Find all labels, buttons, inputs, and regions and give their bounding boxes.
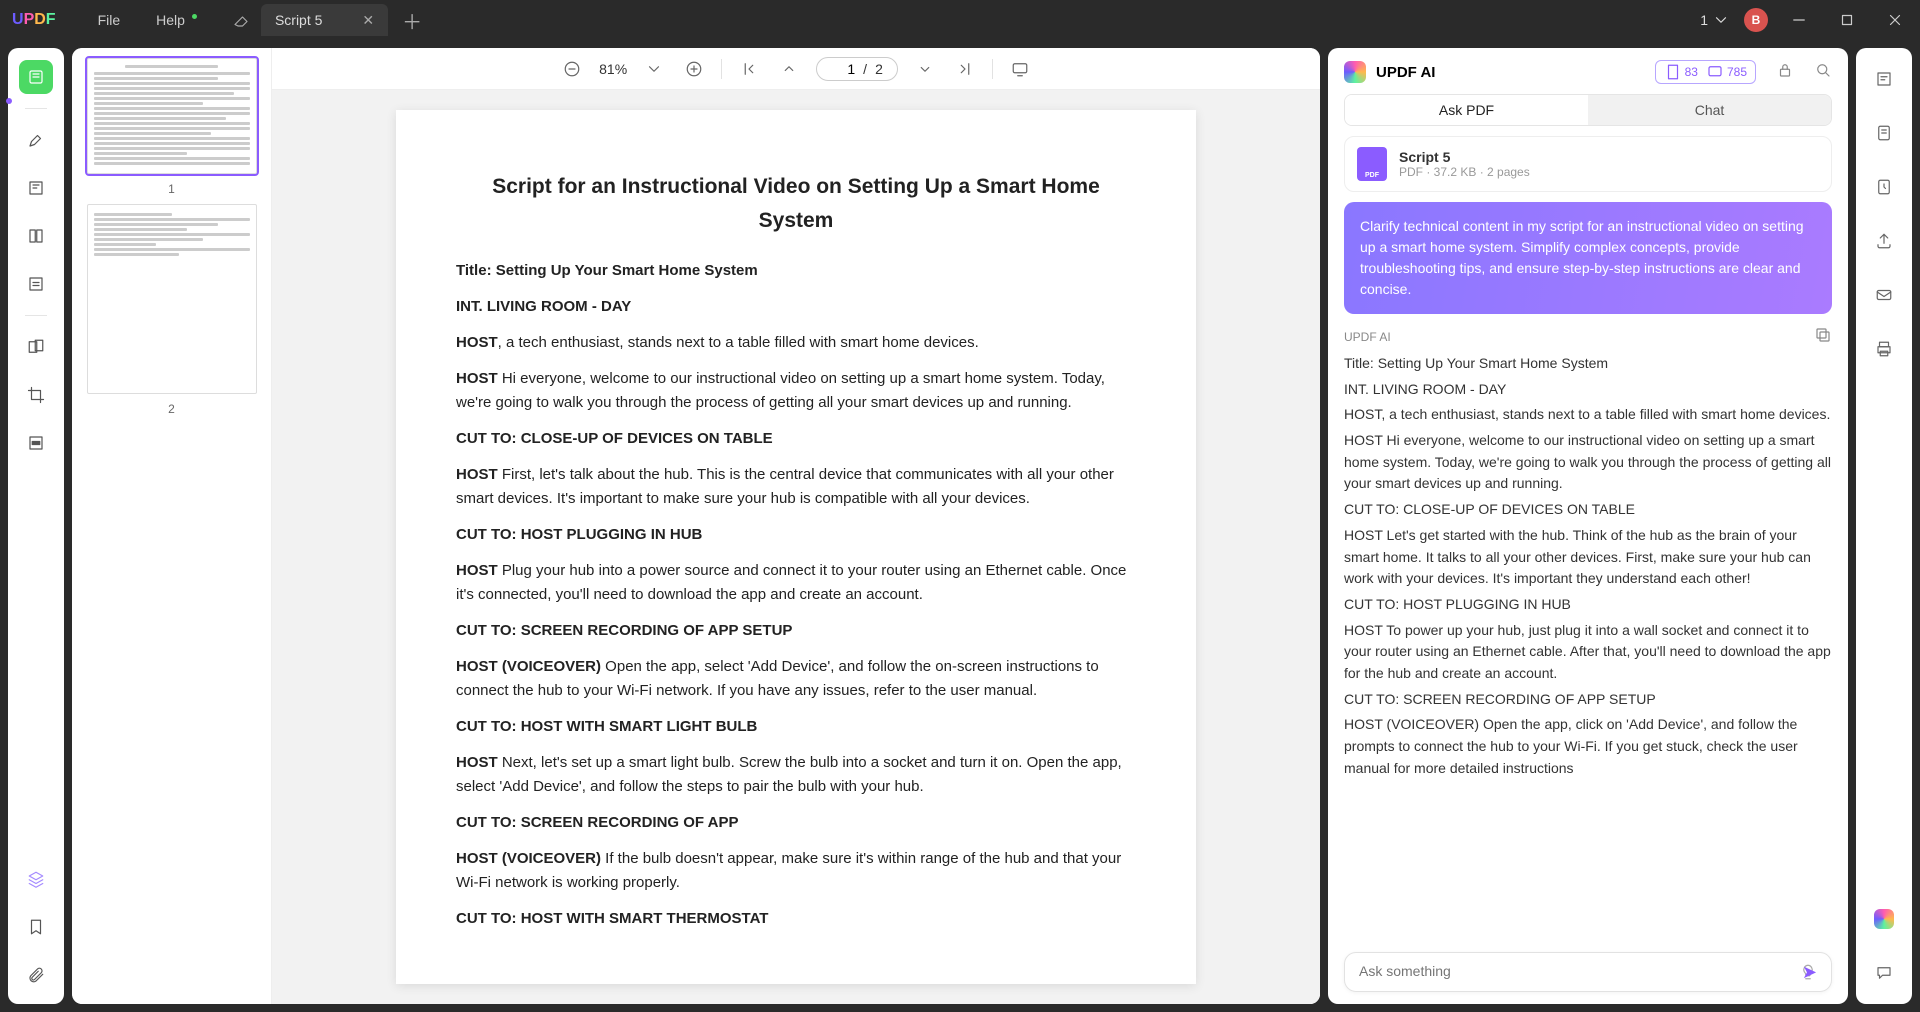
page-current-input[interactable]	[831, 61, 855, 77]
tab-count[interactable]: 1	[1700, 11, 1730, 29]
minimize-button[interactable]	[1782, 5, 1816, 35]
page-layout-tool-button[interactable]	[19, 219, 53, 253]
comment-button[interactable]	[1867, 956, 1901, 990]
ai-title: UPDF AI	[1376, 64, 1435, 81]
bookmark-icon[interactable]	[19, 910, 53, 944]
response-line: HOST Hi everyone, welcome to our instruc…	[1344, 430, 1832, 495]
response-line: CUT TO: HOST PLUGGING IN HUB	[1344, 594, 1832, 616]
response-line: HOST (VOICEOVER) Open the app, click on …	[1344, 714, 1832, 779]
ask-pdf-tab[interactable]: Ask PDF	[1345, 95, 1588, 125]
print-button[interactable]	[1867, 332, 1901, 366]
first-page-button[interactable]	[736, 56, 762, 82]
titlebar: UPDF File Help Script 5 ✕ ＋ 1 B	[0, 0, 1920, 40]
page-indicator: / 2	[816, 57, 898, 81]
presentation-button[interactable]	[1007, 56, 1033, 82]
chat-tab[interactable]: Chat	[1588, 95, 1831, 125]
share-button[interactable]	[1867, 224, 1901, 258]
thumb-label-1: 1	[168, 182, 175, 196]
prev-page-button[interactable]	[776, 56, 802, 82]
page-thumbnail-1[interactable]	[87, 58, 257, 174]
file-subtitle: PDF · 37.2 KB · 2 pages	[1399, 165, 1530, 179]
ai-launcher-icon[interactable]	[1867, 902, 1901, 936]
close-icon[interactable]: ✕	[362, 12, 374, 29]
copy-icon[interactable]	[1814, 326, 1832, 347]
thumb-label-2: 2	[168, 402, 175, 416]
chat-credit-icon	[1706, 63, 1724, 81]
form-tool-button[interactable]	[19, 267, 53, 301]
layers-icon[interactable]	[19, 862, 53, 896]
tab-region: Script 5 ✕ ＋	[221, 4, 422, 36]
send-button[interactable]: ➤	[1802, 962, 1817, 983]
response-line: INT. LIVING ROOM - DAY	[1344, 379, 1832, 401]
workspace: 1 2 81% / 2	[0, 40, 1920, 1012]
ocr-button[interactable]	[1867, 62, 1901, 96]
response-header: UPDF AI	[1344, 326, 1832, 347]
user-message: Clarify technical content in my script f…	[1344, 202, 1832, 314]
pdf-file-icon	[1357, 147, 1387, 181]
response-body[interactable]: Title: Setting Up Your Smart Home System…	[1344, 353, 1832, 942]
ask-input[interactable]	[1359, 963, 1817, 979]
response-line: CUT TO: SCREEN RECORDING OF APP SETUP	[1344, 689, 1832, 711]
redact-tool-button[interactable]	[19, 426, 53, 460]
ai-logo-icon	[1344, 61, 1366, 83]
right-toolbar	[1856, 48, 1912, 1004]
page-total: 2	[875, 61, 883, 77]
tab-title: Script 5	[275, 12, 322, 28]
credit-pill[interactable]: 83 785	[1655, 60, 1756, 84]
zoom-in-button[interactable]	[681, 56, 707, 82]
email-button[interactable]	[1867, 278, 1901, 312]
page-thumbnail-2[interactable]	[87, 204, 257, 394]
edit-text-tool-button[interactable]	[19, 171, 53, 205]
response-label: UPDF AI	[1344, 330, 1391, 344]
app-logo: UPDF	[12, 11, 56, 29]
doc-heading: Script for an Instructional Video on Set…	[456, 170, 1136, 237]
zoom-dropdown-icon[interactable]	[641, 56, 667, 82]
response-line: Title: Setting Up Your Smart Home System	[1344, 353, 1832, 375]
next-page-button[interactable]	[912, 56, 938, 82]
response-line: HOST To power up your hub, just plug it …	[1344, 620, 1832, 685]
mode-segment: Ask PDF Chat	[1344, 94, 1832, 126]
maximize-button[interactable]	[1830, 5, 1864, 35]
response-line: CUT TO: CLOSE-UP OF DEVICES ON TABLE	[1344, 499, 1832, 521]
page-scroll[interactable]: Script for an Instructional Video on Set…	[272, 90, 1320, 1004]
file-name: Script 5	[1399, 149, 1530, 165]
add-tab-button[interactable]: ＋	[402, 6, 422, 35]
ai-header: UPDF AI 83 785	[1344, 60, 1832, 84]
last-page-button[interactable]	[952, 56, 978, 82]
document-toolbar: 81% / 2	[272, 48, 1320, 90]
ai-panel: UPDF AI 83 785 Ask PDF Chat Script 5 PDF…	[1328, 48, 1848, 1004]
response-line: HOST, a tech enthusiast, stands next to …	[1344, 404, 1832, 426]
eraser-icon[interactable]	[221, 5, 261, 35]
zoom-level[interactable]: 81%	[599, 61, 627, 77]
reader-tool-button[interactable]	[19, 60, 53, 94]
highlighter-tool-button[interactable]	[19, 123, 53, 157]
menu-help[interactable]: Help	[138, 12, 203, 28]
response-line: HOST Let's get started with the hub. Thi…	[1344, 525, 1832, 590]
lock-icon[interactable]	[1776, 61, 1794, 84]
avatar[interactable]: B	[1744, 8, 1768, 32]
document-view: 81% / 2 Script for an Instructional	[272, 48, 1320, 1004]
page-content: Script for an Instructional Video on Set…	[396, 110, 1196, 984]
close-window-button[interactable]	[1878, 5, 1912, 35]
organize-pages-button[interactable]	[19, 330, 53, 364]
chevron-down-icon	[1712, 11, 1730, 29]
search-icon[interactable]	[1814, 61, 1832, 84]
left-toolbar	[8, 48, 64, 1004]
thumbnail-panel: 1 2	[72, 48, 272, 1004]
security-button[interactable]	[1867, 170, 1901, 204]
accent-dot	[6, 98, 12, 104]
attachment-icon[interactable]	[19, 958, 53, 992]
doc-credit-icon	[1664, 63, 1682, 81]
convert-button[interactable]	[1867, 116, 1901, 150]
ask-input-box: ➤	[1344, 952, 1832, 992]
file-card: Script 5 PDF · 37.2 KB · 2 pages	[1344, 136, 1832, 192]
document-tab[interactable]: Script 5 ✕	[261, 4, 388, 36]
menu-file[interactable]: File	[80, 12, 139, 28]
crop-tool-button[interactable]	[19, 378, 53, 412]
zoom-out-button[interactable]	[559, 56, 585, 82]
